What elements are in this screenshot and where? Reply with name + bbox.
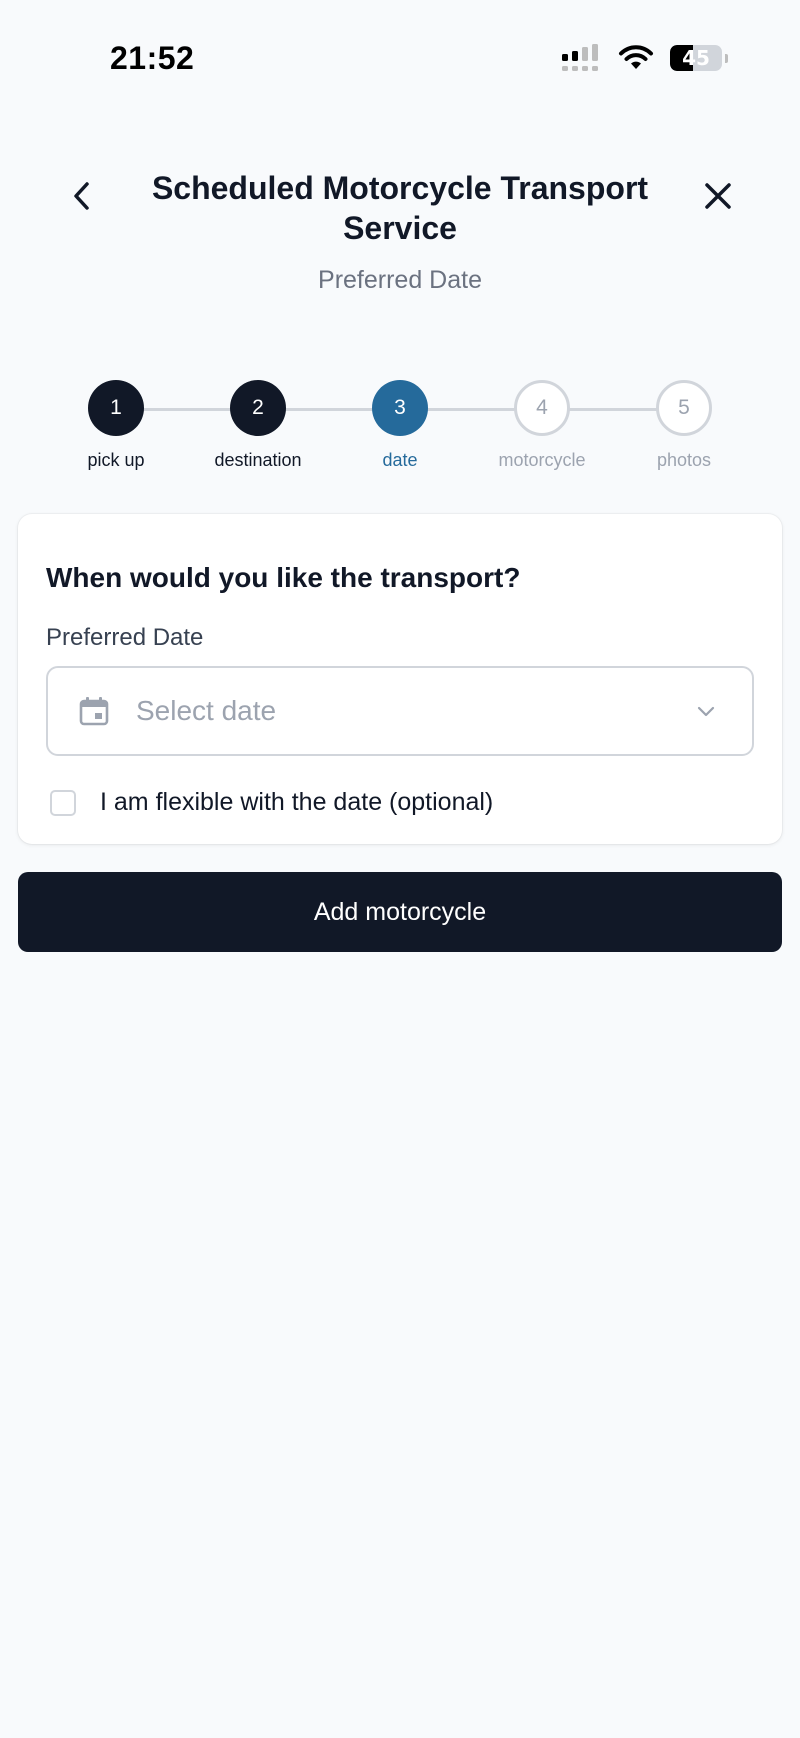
back-button[interactable]: [62, 176, 102, 216]
step-date[interactable]: 3 date: [330, 380, 470, 471]
signal-icon: [562, 44, 598, 71]
date-placeholder: Select date: [136, 695, 277, 726]
app-screen: 21:52 45 Scheduled Motorcycle Transport: [0, 0, 800, 1738]
step-circle: 2: [230, 380, 286, 436]
step-label: motorcycle: [498, 450, 586, 470]
status-icons: 45: [562, 44, 728, 72]
chevron-down-icon: [697, 706, 715, 717]
battery-cap: [725, 53, 728, 63]
step-motorcycle[interactable]: 4 motorcycle: [472, 380, 612, 471]
step-label: date: [382, 450, 418, 470]
battery-level: 45: [682, 46, 710, 70]
step-circle: 5: [656, 380, 712, 436]
step-pick-up[interactable]: 1 pick up: [46, 380, 186, 471]
date-form-card: When would you like the transport? Prefe…: [18, 514, 782, 844]
step-photos[interactable]: 5 photos: [614, 380, 754, 471]
wifi-icon: [619, 45, 653, 69]
step-circle: 1: [88, 380, 144, 436]
page-subtitle: Preferred Date: [318, 266, 482, 294]
step-label: destination: [214, 450, 302, 470]
close-button[interactable]: [696, 174, 740, 218]
step-label: photos: [656, 450, 712, 470]
chevron-left-icon: [74, 182, 89, 210]
calendar-icon: [79, 697, 109, 726]
status-time: 21:52: [110, 40, 195, 76]
form-heading: When would you like the transport?: [46, 562, 521, 593]
flexible-date-checkbox[interactable]: [50, 789, 76, 816]
page-title: Scheduled Motorcycle Transport Service: [151, 170, 649, 246]
battery-icon: 45: [670, 45, 722, 71]
flexible-date-option[interactable]: I am flexible with the date (optional): [50, 788, 493, 817]
add-motorcycle-button[interactable]: Add motorcycle: [18, 872, 782, 952]
progress-stepper: 1 pick up 2 destination 3 date 4 motorcy…: [0, 380, 800, 470]
step-destination[interactable]: 2 destination: [188, 380, 328, 471]
flexible-date-label: I am flexible with the date (optional): [100, 788, 494, 816]
date-select[interactable]: Select date: [46, 666, 754, 756]
date-field-label: Preferred Date: [46, 624, 204, 651]
close-icon: [705, 183, 731, 209]
step-label: pick up: [87, 450, 145, 470]
step-circle: 3: [372, 380, 428, 436]
step-circle: 4: [514, 380, 570, 436]
